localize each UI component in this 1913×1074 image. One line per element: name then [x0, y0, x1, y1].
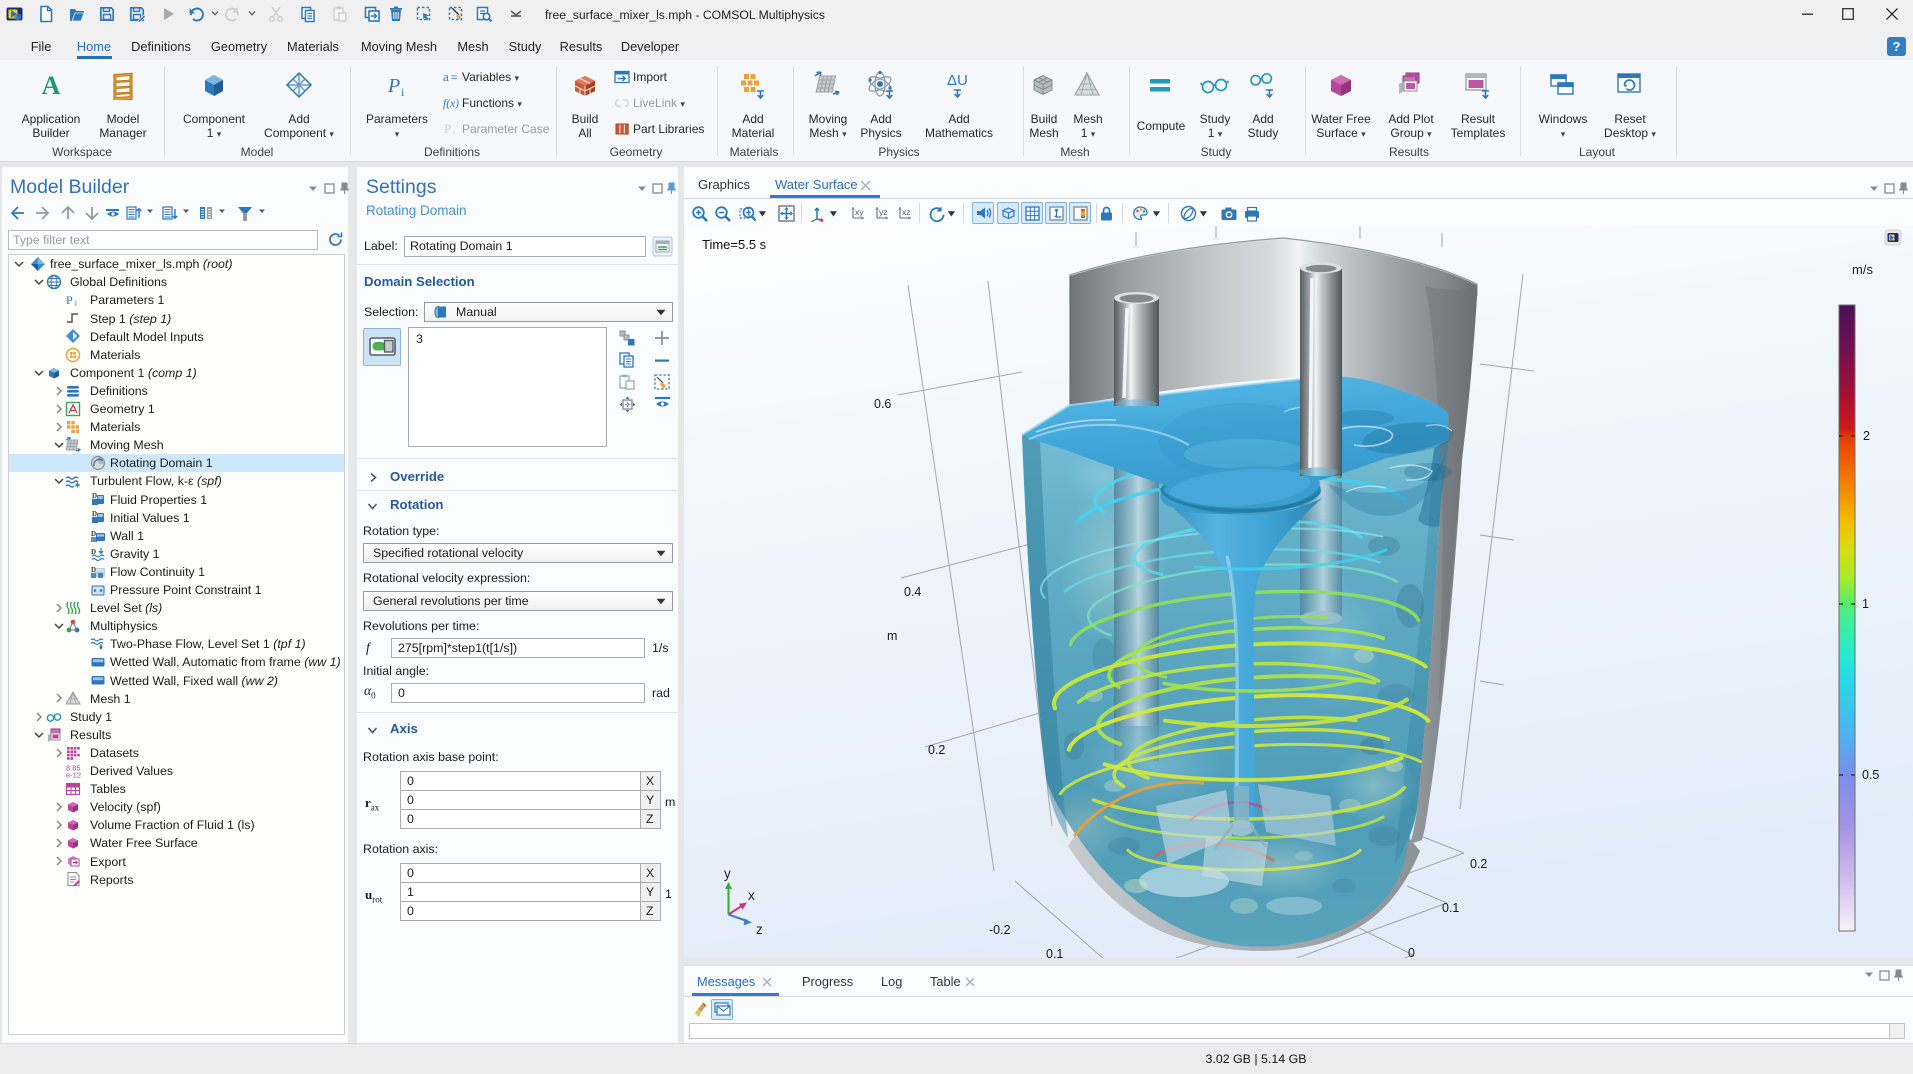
svg-text:yz: yz	[879, 207, 888, 217]
svg-text:0: 0	[1408, 946, 1415, 958]
svg-text:xz: xz	[902, 207, 911, 217]
svg-text:D: D	[92, 492, 97, 500]
svg-text:0.6: 0.6	[874, 397, 891, 411]
svg-text:a: a	[443, 69, 449, 84]
svg-text:x: x	[748, 888, 755, 903]
svg-text:f(x): f(x)	[443, 98, 459, 110]
svg-text:P: P	[387, 75, 400, 97]
svg-text:A: A	[42, 71, 61, 100]
svg-text:e-12: e-12	[66, 770, 81, 779]
svg-text:ΔU: ΔU	[947, 72, 968, 89]
svg-text:i: i	[401, 85, 405, 99]
svg-text:2: 2	[1863, 429, 1870, 443]
svg-text:y: y	[724, 866, 731, 881]
svg-text:0.2: 0.2	[928, 743, 945, 757]
svg-text:0.1: 0.1	[1442, 901, 1459, 915]
svg-text:P: P	[444, 121, 451, 136]
svg-text:i: i	[453, 128, 455, 137]
svg-text:z: z	[756, 922, 763, 937]
svg-text:0.1: 0.1	[1046, 947, 1063, 958]
svg-text:i: i	[75, 299, 77, 308]
svg-text:0.5: 0.5	[1862, 768, 1879, 782]
svg-text:-0.2: -0.2	[989, 923, 1011, 937]
svg-text:=: =	[451, 72, 457, 84]
svg-text:P: P	[66, 293, 73, 307]
svg-text:0.2: 0.2	[1470, 857, 1487, 871]
svg-text:m/s: m/s	[1852, 262, 1873, 277]
svg-text:D: D	[91, 530, 96, 538]
svg-text:xy: xy	[855, 207, 864, 217]
svg-text:0.4: 0.4	[904, 585, 921, 599]
svg-text:1: 1	[1862, 597, 1869, 611]
svg-text:D: D	[92, 510, 97, 518]
svg-text:m: m	[887, 629, 897, 643]
